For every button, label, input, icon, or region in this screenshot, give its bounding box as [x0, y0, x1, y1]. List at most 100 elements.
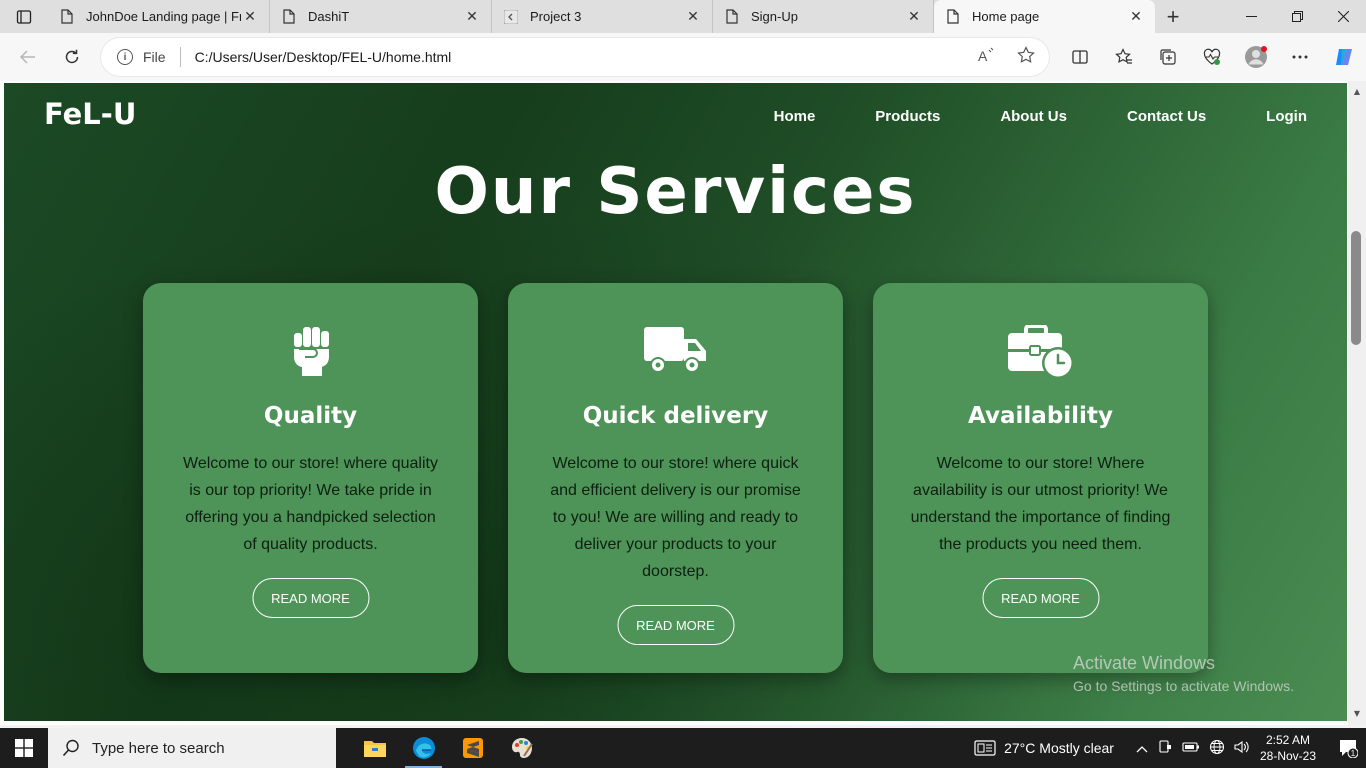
address-bar[interactable]: i File C:/Users/User/Desktop/FEL-U/home.… [101, 38, 1049, 76]
split-screen-button[interactable] [1058, 39, 1102, 75]
split-screen-icon [1072, 50, 1088, 64]
restore-button[interactable] [1274, 0, 1320, 33]
tab-title: Sign-Up [751, 9, 798, 24]
notification-count: 1 [1351, 749, 1356, 758]
nav-about-us[interactable]: About Us [1000, 108, 1067, 125]
chevron-up-icon[interactable] [1136, 741, 1148, 756]
scroll-down-arrow-icon[interactable]: ▼ [1352, 709, 1362, 719]
refresh-icon [65, 49, 79, 64]
weather-icon [974, 740, 996, 756]
browser-tab[interactable]: DashiT ✕ [270, 0, 492, 33]
avatar-icon [1245, 46, 1267, 68]
page-icon [946, 9, 960, 25]
profile-button[interactable] [1234, 39, 1278, 75]
scrollbar-thumb[interactable] [1351, 231, 1361, 345]
browser-tab[interactable]: Sign-Up ✕ [713, 0, 934, 33]
notification-center-button[interactable]: 1 [1330, 728, 1366, 768]
fist-icon [143, 325, 478, 381]
copilot-button[interactable] [1322, 39, 1366, 75]
settings-more-button[interactable] [1278, 39, 1322, 75]
nav-contact-us[interactable]: Contact Us [1127, 108, 1206, 125]
service-card-quick-delivery: Quick delivery Welcome to our store! whe… [508, 283, 843, 673]
page-icon [282, 9, 296, 25]
watermark-title: Activate Windows [1073, 653, 1216, 673]
sublime-icon [462, 738, 483, 758]
tab-title: JohnDoe Landing page | Free [86, 9, 241, 24]
activate-windows-watermark: Activate Windows Go to Settings to activ… [1073, 653, 1294, 694]
nav-products[interactable]: Products [875, 108, 940, 125]
favorites-icon [1115, 48, 1132, 64]
paint-palette-icon [511, 738, 533, 758]
card-title: Quick delivery [582, 403, 769, 429]
section-title: Our Services [434, 155, 917, 229]
browser-tab[interactable]: Project 3 ✕ [492, 0, 713, 33]
sublime-text-button[interactable] [448, 728, 497, 768]
close-icon[interactable]: ✕ [684, 8, 702, 26]
tab-actions-icon [16, 9, 32, 24]
tab-title: Project 3 [530, 9, 582, 24]
taskbar-search[interactable]: Type here to search [48, 728, 336, 768]
collections-button[interactable] [1146, 39, 1190, 75]
notification-icon: 1 [1340, 740, 1358, 758]
file-explorer-button[interactable] [350, 728, 399, 768]
page-icon [725, 9, 739, 25]
card-text: Welcome to our store! where quick and ef… [550, 455, 801, 580]
site-nav: Home Products About Us Contact Us Login [714, 108, 1307, 125]
card-text: Welcome to our store! where quality is o… [183, 455, 438, 553]
card-text: Welcome to our store! Where availability… [910, 455, 1171, 553]
read-more-button[interactable]: READ MORE [982, 578, 1099, 618]
close-icon[interactable]: ✕ [241, 8, 259, 26]
battery-icon[interactable] [1182, 741, 1200, 756]
taskbar-apps [340, 728, 546, 768]
tab-actions-button[interactable] [0, 0, 48, 33]
vertical-scrollbar[interactable]: ▲ ▼ [1348, 81, 1366, 725]
read-aloud-icon[interactable]: A [977, 46, 995, 64]
system-tray: 27°C Mostly clear 2:52 AM 28-Nov-23 1 [974, 728, 1366, 768]
info-icon[interactable]: i [117, 49, 133, 65]
url-text[interactable]: C:/Users/User/Desktop/FEL-U/home.html [195, 49, 452, 65]
scroll-up-arrow-icon[interactable]: ▲ [1352, 87, 1362, 97]
new-tab-button[interactable]: + [1155, 0, 1191, 33]
nav-login[interactable]: Login [1266, 108, 1307, 125]
back-button[interactable] [6, 39, 50, 75]
minimize-button[interactable] [1228, 0, 1274, 33]
performance-button[interactable] [1190, 39, 1234, 75]
window-controls [1228, 0, 1366, 33]
volume-icon[interactable] [1234, 740, 1250, 757]
back-arrow-icon [20, 50, 35, 64]
search-placeholder: Type here to search [92, 739, 225, 757]
favorites-button[interactable] [1102, 39, 1146, 75]
browser-tab-active[interactable]: Home page ✕ [934, 0, 1155, 33]
close-window-button[interactable] [1320, 0, 1366, 33]
briefcase-clock-icon [873, 325, 1208, 381]
meet-now-icon[interactable] [1157, 739, 1173, 758]
start-button[interactable] [0, 728, 48, 768]
browser-tab[interactable]: JohnDoe Landing page | Free ✕ [48, 0, 270, 33]
read-more-button[interactable]: READ MORE [617, 605, 734, 645]
network-globe-icon[interactable] [1209, 739, 1225, 758]
heartbeat-icon [1203, 48, 1221, 65]
close-icon[interactable]: ✕ [1127, 8, 1145, 26]
service-card-quality: Quality Welcome to our store! where qual… [143, 283, 478, 673]
weather-text: 27°C Mostly clear [1004, 740, 1114, 756]
site-logo[interactable]: FeL-U [44, 97, 136, 131]
windows-taskbar: Type here to search 27°C Mostly clear 2:… [0, 728, 1366, 768]
close-icon[interactable]: ✕ [905, 8, 923, 26]
read-more-button[interactable]: READ MORE [252, 578, 369, 618]
favorite-star-icon[interactable] [1017, 46, 1035, 64]
browser-toolbar: i File C:/Users/User/Desktop/FEL-U/home.… [0, 33, 1366, 81]
weather-widget[interactable]: 27°C Mostly clear [974, 740, 1114, 756]
site-icon [504, 9, 518, 25]
services-page: FeL-U Home Products About Us Contact Us … [4, 83, 1347, 721]
edge-button[interactable] [399, 728, 448, 768]
clock-time: 2:52 AM [1265, 733, 1310, 747]
close-icon[interactable]: ✕ [463, 8, 481, 26]
paint-button[interactable] [497, 728, 546, 768]
refresh-button[interactable] [50, 39, 94, 75]
browser-tab-strip: JohnDoe Landing page | Free ✕ DashiT ✕ P… [0, 0, 1366, 33]
service-card-availability: Availability Welcome to our store! Where… [873, 283, 1208, 673]
address-separator [179, 47, 181, 67]
taskbar-clock[interactable]: 2:52 AM 28-Nov-23 [1260, 732, 1316, 764]
watermark-subtitle: Go to Settings to activate Windows. [1073, 678, 1294, 694]
nav-home[interactable]: Home [774, 108, 816, 125]
